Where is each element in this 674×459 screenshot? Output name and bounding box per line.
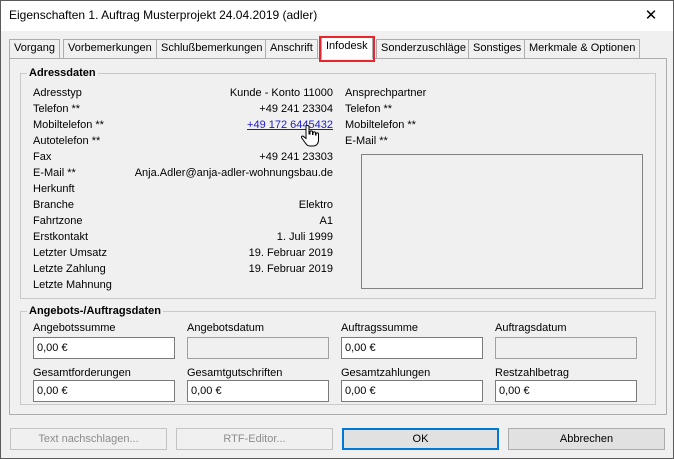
title-bar: Eigenschaften 1. Auftrag Musterprojekt 2… <box>1 1 673 31</box>
angebotssumme-field[interactable]: 0,00 € <box>33 337 175 359</box>
fax-label: Fax <box>33 151 52 163</box>
letzte-zahlung-value: 19. Februar 2019 <box>248 263 333 275</box>
window-title: Eigenschaften 1. Auftrag Musterprojekt 2… <box>9 8 318 22</box>
gesamtgutschriften-field[interactable]: 0,00 € <box>187 380 329 402</box>
gesamtforderungen-label: Gesamtforderungen <box>33 367 131 379</box>
restzahlbetrag-field[interactable]: 0,00 € <box>495 380 637 402</box>
tab-sonstiges[interactable]: Sonstiges <box>468 39 527 58</box>
tab-merkmale-optionen[interactable]: Merkmale & Optionen <box>524 39 641 58</box>
tab-schlussbemerkungen[interactable]: Schlußbemerkungen <box>156 39 268 58</box>
tab-infodesk[interactable]: Infodesk <box>319 36 375 62</box>
contact-notes-box[interactable] <box>361 154 643 289</box>
auftragsdatum-field[interactable] <box>495 337 637 359</box>
mobiltelefon-link[interactable]: +49 172 6445432 <box>247 118 333 132</box>
tab-vorbemerkungen[interactable]: Vorbemerkungen <box>63 39 157 58</box>
infodesk-panel: Adressdaten Adresstyp Kunde - Konto 1100… <box>9 58 667 415</box>
herkunft-label: Herkunft <box>33 183 75 195</box>
telefon-value: +49 241 23304 <box>259 103 333 115</box>
tab-vorgang[interactable]: Vorgang <box>9 39 60 58</box>
branche-value: Elektro <box>298 199 333 211</box>
auftragssumme-label: Auftragssumme <box>341 322 419 334</box>
auftragssumme-field[interactable]: 0,00 € <box>341 337 483 359</box>
adresstyp-value: Kunde - Konto 11000 <box>229 87 333 99</box>
contact-mobiltelefon-label: Mobiltelefon ** <box>345 119 416 131</box>
tab-sonderzuschlaege[interactable]: Sonderzuschläge <box>376 39 472 58</box>
erstkontakt-value: 1. Juli 1999 <box>276 231 333 243</box>
letzte-mahnung-label: Letzte Mahnung <box>33 279 112 291</box>
erstkontakt-label: Erstkontakt <box>33 231 89 243</box>
cancel-button[interactable]: Abbrechen <box>508 428 665 450</box>
properties-dialog: Eigenschaften 1. Auftrag Musterprojekt 2… <box>0 0 674 459</box>
address-group: Adressdaten Adresstyp Kunde - Konto 1100… <box>20 66 656 299</box>
address-rows: Adresstyp Kunde - Konto 11000 Telefon **… <box>33 86 333 296</box>
offer-legend: Angebots-/Auftragsdaten <box>27 304 163 318</box>
adresstyp-label: Adresstyp <box>33 87 82 99</box>
fahrtzone-label: Fahrtzone <box>33 215 83 227</box>
ok-button[interactable]: OK <box>342 428 499 450</box>
ansprechpartner-label: Ansprechpartner <box>345 87 427 99</box>
gesamtzahlungen-label: Gesamtzahlungen <box>341 367 431 379</box>
gesamtzahlungen-field[interactable]: 0,00 € <box>341 380 483 402</box>
contact-telefon-label: Telefon ** <box>345 103 393 115</box>
text-lookup-button[interactable]: Text nachschlagen... <box>10 428 167 450</box>
hand-pointer-icon <box>301 125 319 147</box>
rtf-editor-button[interactable]: RTF-Editor... <box>176 428 333 450</box>
gesamtforderungen-field[interactable]: 0,00 € <box>33 380 175 402</box>
email-value: Anja.Adler@anja-adler-wohnungsbau.de <box>134 167 333 179</box>
restzahlbetrag-label: Restzahlbetrag <box>495 367 569 379</box>
contact-email-label: E-Mail ** <box>345 135 388 147</box>
gesamtgutschriften-label: Gesamtgutschriften <box>187 367 283 379</box>
angebotsdatum-field[interactable] <box>187 337 329 359</box>
letzte-zahlung-label: Letzte Zahlung <box>33 263 106 275</box>
angebotsdatum-label: Angebotsdatum <box>187 322 265 334</box>
letzter-umsatz-label: Letzter Umsatz <box>33 247 107 259</box>
letzter-umsatz-value: 19. Februar 2019 <box>248 247 333 259</box>
autotelefon-label: Autotelefon ** <box>33 135 101 147</box>
email-label: E-Mail ** <box>33 167 76 179</box>
close-icon[interactable]: ✕ <box>629 1 673 29</box>
tab-strip: Vorgang Vorbemerkungen Schlußbemerkungen… <box>9 36 669 62</box>
fax-value: +49 241 23303 <box>259 151 333 163</box>
fahrtzone-value: A1 <box>319 215 333 227</box>
angebotssumme-label: Angebotssumme <box>33 322 116 334</box>
auftragsdatum-label: Auftragsdatum <box>495 322 567 334</box>
offer-group: Angebots-/Auftragsdaten Angebotssumme 0,… <box>20 304 656 405</box>
address-legend: Adressdaten <box>27 66 98 80</box>
branche-label: Branche <box>33 199 74 211</box>
tab-highlight-frame <box>319 36 375 62</box>
tab-anschrift[interactable]: Anschrift <box>265 39 318 58</box>
mobiltelefon-label: Mobiltelefon ** <box>33 119 104 131</box>
telefon-label: Telefon ** <box>33 103 81 115</box>
